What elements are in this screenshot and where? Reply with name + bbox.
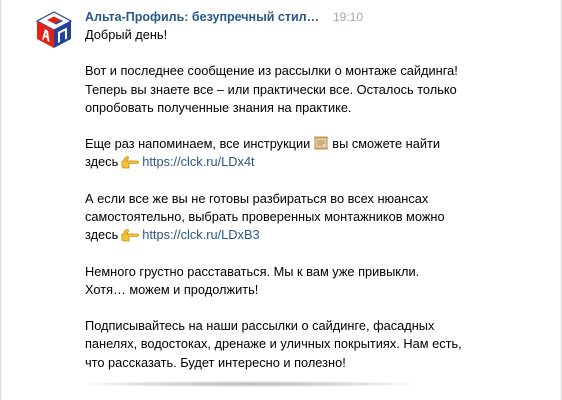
instructions-text-after: вы сможете найти [332,136,441,152]
installers-link[interactable]: https://clck.ru/LDxB3 [142,227,259,242]
bottom-divider-shadow [85,381,415,387]
chat-window: Альта-Профиль: безупречный стиль В... 19:… [0,0,562,400]
paragraph-subscribe-line-3: что рассказать. Будет интересно и полезн… [85,354,346,370]
message-body: Добрый день! Вот и последнее сообщение и… [85,26,485,390]
paragraph-intro-line-1: Вот и последнее сообщение из рассылки о … [85,63,458,79]
chat-message: Альта-Профиль: безупречный стиль В... 19:… [0,0,562,400]
paragraph-installers-line-3: здесь https://clck.ru/LDxB3 [85,226,485,244]
paragraph-farewell: Немного грустно расставаться. Мы к вам у… [85,263,485,299]
pointing-hand-icon [121,156,140,169]
paragraph-instructions-line-1: Еще раз напоминаем, все инструкции вы смо… [85,135,485,153]
pointing-hand-icon [121,229,140,242]
paragraph-subscribe: Подписывайтесь на наши рассылки о сайдин… [85,317,485,372]
paragraph-installers-line-1: А если все же вы не готовы разбираться в… [85,190,429,206]
paragraph-intro-line-2: Теперь вы знаете все – или практически в… [85,81,457,97]
paragraph-intro-line-3: опробовать полученные знания на практике… [85,99,352,115]
message-time[interactable]: 19:10 [333,9,363,25]
paragraph-subscribe-line-1: Подписывайтесь на наши рассылки о сайдин… [85,318,435,334]
message-header: Альта-Профиль: безупречный стиль В... 19:… [85,9,363,27]
sender-name[interactable]: Альта-Профиль: безупречный стиль В... [85,9,325,25]
scroll-icon [314,136,329,150]
here-text: здесь [85,154,119,170]
paragraph-intro: Вот и последнее сообщение из рассылки о … [85,62,485,117]
sender-avatar[interactable] [35,11,73,49]
instructions-text-before: Еще раз напоминаем, все инструкции [85,136,311,152]
paragraph-installers: А если все же вы не готовы разбираться в… [85,190,485,245]
paragraph-subscribe-line-2: панелях, водостоках, дренаже и уличных п… [85,336,462,352]
paragraph-instructions-line-2: здесь https://clck.ru/LDx4t [85,153,485,171]
paragraph-farewell-line-2: Хотя… можем и продолжить! [85,281,259,297]
paragraph-instructions: Еще раз напоминаем, все инструкции вы смо… [85,135,485,171]
paragraph-installers-line-2: самостоятельно, выбрать проверенных монт… [85,208,445,224]
paragraph-farewell-line-1: Немного грустно расставаться. Мы к вам у… [85,263,420,279]
alta-profile-logo-icon [35,11,73,48]
greeting-text: Добрый день! [85,27,168,42]
here-text: здесь [85,227,119,243]
greeting-paragraph: Добрый день! [85,26,485,44]
instructions-link[interactable]: https://clck.ru/LDx4t [142,154,254,169]
